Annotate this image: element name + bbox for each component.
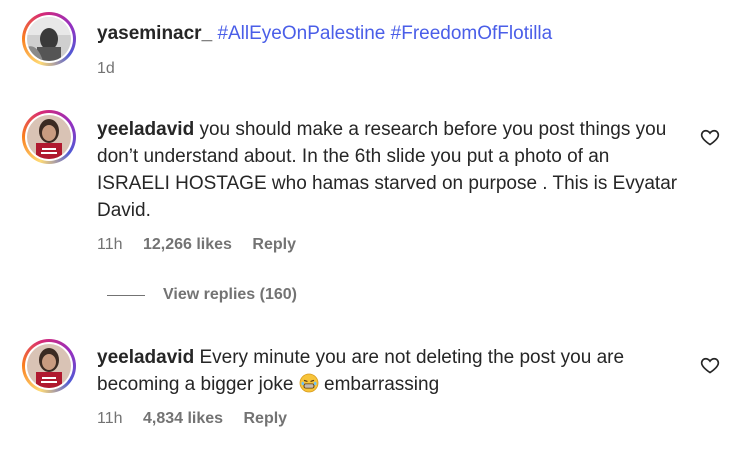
divider: [107, 294, 145, 296]
view-replies-label[interactable]: View replies (160): [163, 286, 297, 304]
avatar[interactable]: [22, 110, 76, 164]
like-count[interactable]: 4,834 likes: [143, 410, 223, 427]
reply-button[interactable]: Reply: [252, 236, 296, 253]
comment-time: 11h: [97, 410, 123, 427]
avatar[interactable]: [22, 339, 76, 393]
comment-username[interactable]: yaseminacr_: [97, 23, 212, 44]
heart-icon[interactable]: [700, 355, 720, 375]
heart-icon[interactable]: [700, 127, 720, 147]
comment-username[interactable]: yeeladavid: [97, 347, 194, 368]
comment-meta: 1d: [97, 60, 131, 78]
comment-text: yaseminacr_ #AllEyeOnPalestine #FreedomO…: [97, 20, 687, 47]
grimacing-laughing-emoji-icon: [299, 373, 319, 393]
comment-meta: 11h 12,266 likes Reply: [97, 236, 312, 254]
comment-meta: 11h 4,834 likes Reply: [97, 410, 303, 428]
comment-username[interactable]: yeeladavid: [97, 119, 194, 140]
comment-time: 11h: [97, 236, 123, 253]
comment-text: yeeladavid Every minute you are not dele…: [97, 344, 687, 398]
comment-time: 1d: [97, 60, 115, 77]
view-replies-button[interactable]: View replies (160): [107, 286, 297, 304]
comment-text: yeeladavid you should make a research be…: [97, 116, 687, 224]
like-count[interactable]: 12,266 likes: [143, 236, 232, 253]
avatar[interactable]: [22, 12, 76, 66]
hashtag-link[interactable]: #FreedomOfFlotilla: [391, 23, 553, 44]
reply-button[interactable]: Reply: [244, 410, 288, 427]
comment-body-suffix: embarrassing: [324, 374, 440, 395]
hashtag-link[interactable]: #AllEyeOnPalestine: [217, 23, 385, 44]
